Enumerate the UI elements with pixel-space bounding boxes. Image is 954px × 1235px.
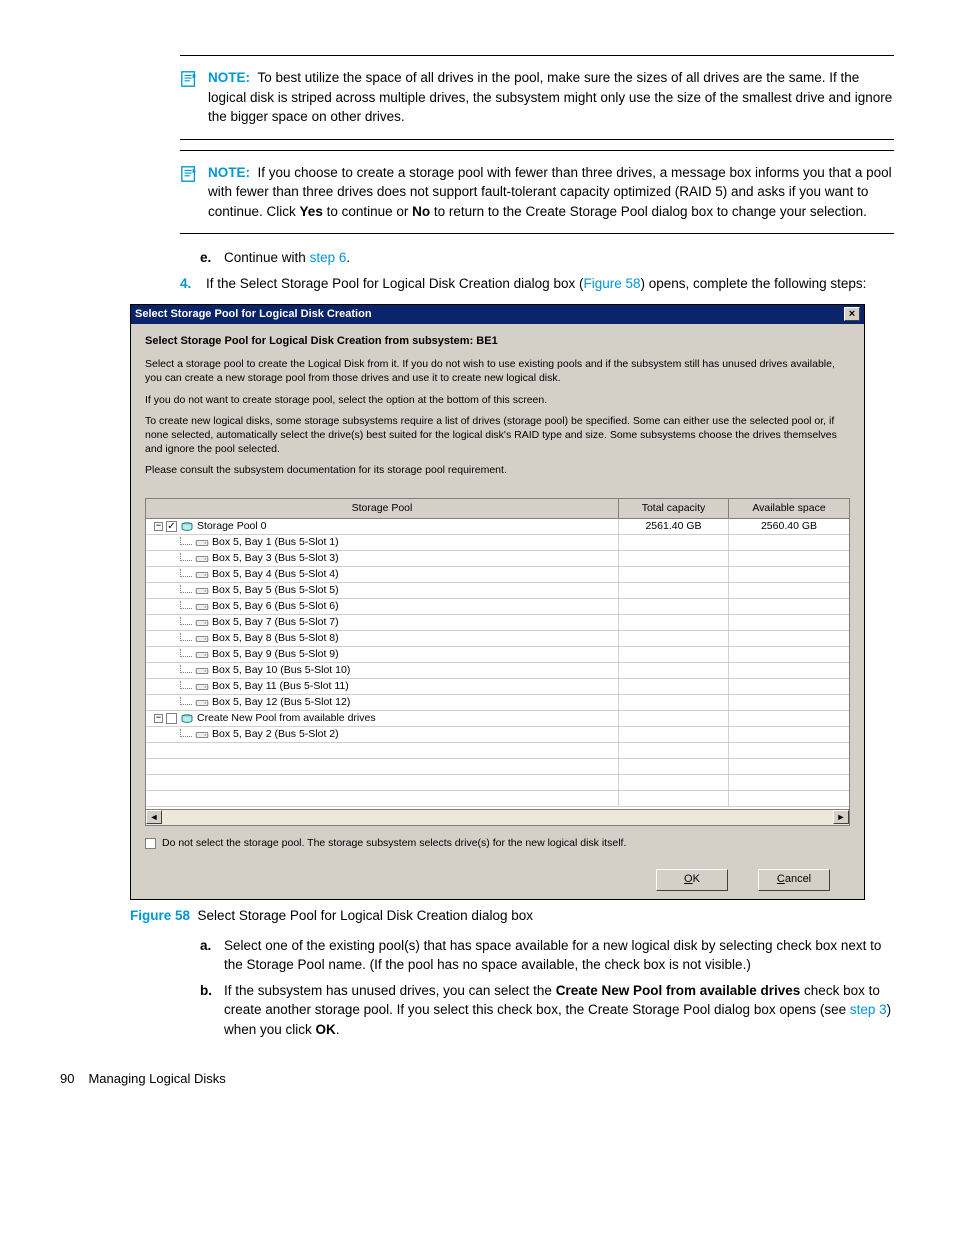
dialog-title: Select Storage Pool for Logical Disk Cre…	[135, 307, 372, 323]
drive-name: Box 5, Bay 7 (Bus 5-Slot 7)	[212, 615, 339, 630]
drive-icon	[195, 602, 209, 612]
drive-name: Box 5, Bay 2 (Bus 5-Slot 2)	[212, 727, 339, 742]
drive-icon	[195, 586, 209, 596]
checkbox[interactable]	[145, 838, 156, 849]
list-marker: a.	[200, 936, 216, 975]
dialog-text: If you do not want to create storage poo…	[145, 394, 850, 408]
note-text: NOTE: To best utilize the space of all d…	[208, 68, 894, 127]
dialog-text: Please consult the subsystem documentati…	[145, 464, 850, 478]
checkbox[interactable]: ✓	[166, 521, 177, 532]
note-text: NOTE: If you choose to create a storage …	[208, 163, 894, 222]
drive-name: Box 5, Bay 8 (Bus 5-Slot 8)	[212, 631, 339, 646]
table-row[interactable]: Box 5, Bay 3 (Bus 5-Slot 3)	[146, 551, 849, 567]
pool-name: Storage Pool 0	[197, 519, 266, 534]
table-row[interactable]: − Create New Pool from available drives	[146, 711, 849, 727]
drive-name: Box 5, Bay 6 (Bus 5-Slot 6)	[212, 599, 339, 614]
drive-icon	[195, 650, 209, 660]
do-not-select-checkbox-row: Do not select the storage pool. The stor…	[145, 836, 850, 851]
page-footer: 90 Managing Logical Disks	[60, 1070, 894, 1089]
note-block: NOTE: If you choose to create a storage …	[180, 150, 894, 235]
drive-icon	[195, 682, 209, 692]
drive-icon	[195, 698, 209, 708]
list-item-4: 4. If the Select Storage Pool for Logica…	[180, 274, 894, 294]
scroll-right-button[interactable]: ►	[833, 810, 849, 824]
table-row[interactable]: Box 5, Bay 2 (Bus 5-Slot 2)	[146, 727, 849, 743]
ok-button[interactable]: OK	[656, 869, 728, 891]
pool-icon	[180, 714, 194, 724]
pool-icon	[180, 522, 194, 532]
table-row[interactable]: Box 5, Bay 11 (Bus 5-Slot 11)	[146, 679, 849, 695]
list-marker: b.	[200, 981, 216, 1040]
page-number: 90	[60, 1071, 74, 1086]
dialog-heading: Select Storage Pool for Logical Disk Cre…	[145, 334, 850, 350]
link-figure58[interactable]: Figure 58	[583, 276, 640, 291]
horizontal-scrollbar[interactable]: ◄ ►	[146, 809, 849, 825]
collapse-icon[interactable]: −	[154, 522, 163, 531]
table-row[interactable]: Box 5, Bay 6 (Bus 5-Slot 6)	[146, 599, 849, 615]
note-icon	[180, 70, 198, 88]
storage-pool-grid: Storage Pool Total capacity Available sp…	[145, 498, 850, 826]
drive-icon	[195, 618, 209, 628]
note-icon	[180, 165, 198, 183]
drive-name: Box 5, Bay 1 (Bus 5-Slot 1)	[212, 535, 339, 550]
list-item-e: e. Continue with step 6.	[200, 248, 894, 268]
list-marker: e.	[200, 248, 216, 268]
link-step6[interactable]: step 6	[310, 250, 347, 265]
list-marker: 4.	[180, 274, 196, 294]
close-button[interactable]: ×	[844, 307, 860, 321]
table-row[interactable]	[146, 775, 849, 791]
table-row[interactable]	[146, 791, 849, 807]
drive-name: Box 5, Bay 5 (Bus 5-Slot 5)	[212, 583, 339, 598]
drive-name: Box 5, Bay 4 (Bus 5-Slot 4)	[212, 567, 339, 582]
drive-icon	[195, 538, 209, 548]
link-step3[interactable]: step 3	[850, 1002, 887, 1017]
table-row[interactable]	[146, 743, 849, 759]
grid-header: Storage Pool Total capacity Available sp…	[146, 499, 849, 519]
pool-name: Create New Pool from available drives	[197, 711, 376, 726]
table-row[interactable]: Box 5, Bay 4 (Bus 5-Slot 4)	[146, 567, 849, 583]
note-block: NOTE: To best utilize the space of all d…	[180, 55, 894, 140]
list-item-a: a. Select one of the existing pool(s) th…	[200, 936, 894, 975]
table-row[interactable]: Box 5, Bay 12 (Bus 5-Slot 12)	[146, 695, 849, 711]
cancel-button[interactable]: Cancel	[758, 869, 830, 891]
table-row[interactable]: −✓Storage Pool 02561.40 GB2560.40 GB	[146, 519, 849, 535]
drive-name: Box 5, Bay 11 (Bus 5-Slot 11)	[212, 679, 349, 694]
table-row[interactable]: Box 5, Bay 5 (Bus 5-Slot 5)	[146, 583, 849, 599]
section-title: Managing Logical Disks	[88, 1071, 225, 1086]
table-row[interactable]: Box 5, Bay 1 (Bus 5-Slot 1)	[146, 535, 849, 551]
drive-name: Box 5, Bay 12 (Bus 5-Slot 12)	[212, 695, 350, 710]
list-item-b: b. If the subsystem has unused drives, y…	[200, 981, 894, 1040]
scroll-left-button[interactable]: ◄	[146, 810, 162, 824]
checkbox-label: Do not select the storage pool. The stor…	[162, 836, 626, 851]
table-row[interactable]	[146, 759, 849, 775]
col-header-pool[interactable]: Storage Pool	[146, 499, 619, 518]
drive-name: Box 5, Bay 10 (Bus 5-Slot 10)	[212, 663, 350, 678]
dialog-titlebar: Select Storage Pool for Logical Disk Cre…	[131, 305, 864, 325]
note-label: NOTE:	[208, 165, 250, 180]
drive-icon	[195, 634, 209, 644]
table-row[interactable]: Box 5, Bay 8 (Bus 5-Slot 8)	[146, 631, 849, 647]
dialog-text: To create new logical disks, some storag…	[145, 415, 850, 456]
drive-icon	[195, 570, 209, 580]
drive-icon	[195, 730, 209, 740]
table-row[interactable]: Box 5, Bay 10 (Bus 5-Slot 10)	[146, 663, 849, 679]
note-label: NOTE:	[208, 70, 250, 85]
drive-icon	[195, 666, 209, 676]
table-row[interactable]: Box 5, Bay 9 (Bus 5-Slot 9)	[146, 647, 849, 663]
drive-name: Box 5, Bay 3 (Bus 5-Slot 3)	[212, 551, 339, 566]
drive-icon	[195, 554, 209, 564]
table-row[interactable]: Box 5, Bay 7 (Bus 5-Slot 7)	[146, 615, 849, 631]
dialog-select-storage-pool: Select Storage Pool for Logical Disk Cre…	[130, 304, 865, 901]
figure-caption: Figure 58 Select Storage Pool for Logica…	[130, 906, 894, 926]
col-header-capacity[interactable]: Total capacity	[619, 499, 729, 518]
dialog-text: Select a storage pool to create the Logi…	[145, 358, 850, 385]
col-header-available[interactable]: Available space	[729, 499, 849, 518]
collapse-icon[interactable]: −	[154, 714, 163, 723]
checkbox[interactable]	[166, 713, 177, 724]
drive-name: Box 5, Bay 9 (Bus 5-Slot 9)	[212, 647, 339, 662]
figure-number: Figure 58	[130, 908, 190, 923]
